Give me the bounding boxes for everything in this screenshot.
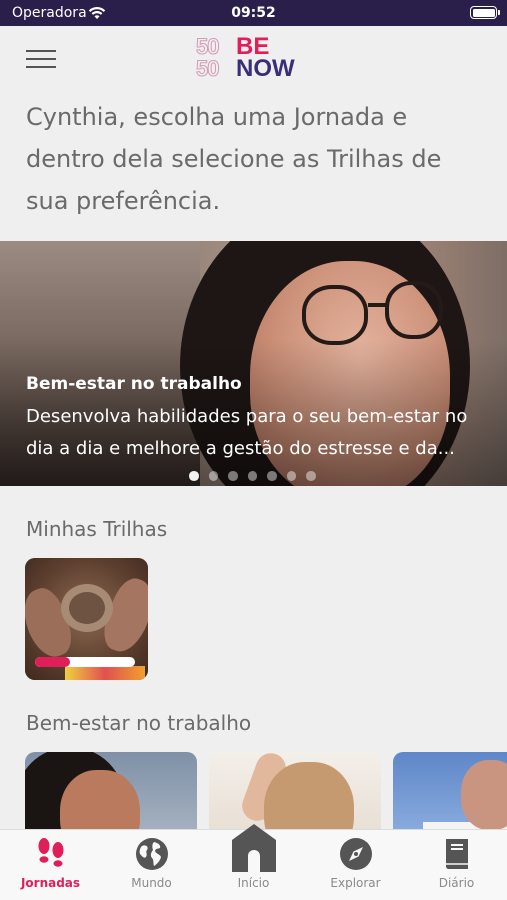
carousel-dot[interactable] (247, 471, 257, 481)
tab-label: Jornadas (20, 876, 81, 890)
menu-bar (26, 66, 56, 68)
carousel-description: Desenvolva habilidades para o seu bem-es… (26, 406, 468, 459)
tab-label: Mundo (131, 876, 172, 890)
tab-diario[interactable]: Diário (406, 830, 507, 900)
carousel-dot[interactable] (189, 471, 199, 481)
tab-explorar[interactable]: Explorar (305, 830, 406, 900)
trail-progress-bar (35, 657, 135, 667)
trail-progress-fill (35, 657, 70, 667)
status-bar: Operadora 09:52 (0, 0, 507, 26)
book-icon (445, 839, 468, 869)
tab-label: Início (237, 876, 270, 890)
tab-label: Explorar (330, 876, 381, 890)
my-trails-title: Minhas Trilhas (26, 517, 168, 541)
tab-inicio[interactable]: Início (202, 824, 305, 900)
carousel-dot[interactable] (208, 471, 218, 481)
logo-number-top: 50 (195, 34, 220, 59)
tab-jornadas[interactable]: Jornadas (0, 830, 101, 900)
carousel-dot[interactable] (306, 471, 316, 481)
trail-card[interactable] (25, 558, 148, 680)
trail-card-image-pottery (61, 584, 113, 632)
tab-bar: Jornadas Mundo Início Explorar Diário (0, 824, 507, 900)
tab-label: Diário (438, 876, 475, 890)
journey-section-title: Bem-estar no trabalho (26, 711, 252, 735)
thumbnail-image-head (461, 760, 507, 830)
logo-number-bottom: 50 (195, 56, 220, 81)
tab-mundo[interactable]: Mundo (101, 830, 202, 900)
carousel-dot[interactable] (267, 471, 277, 481)
carousel-title: Bem-estar no trabalho (26, 374, 242, 394)
compass-icon (339, 838, 372, 870)
clock: 09:52 (231, 5, 276, 21)
menu-bar (26, 50, 56, 52)
logo-word-bottom: NOW (236, 55, 295, 82)
carousel-dot[interactable] (228, 471, 238, 481)
intro-text: Cynthia, escolha uma Jornada e dentro de… (26, 103, 442, 215)
home-icon (231, 824, 276, 872)
journey-carousel[interactable]: Bem-estar no trabalho Desenvolva habilid… (0, 241, 507, 486)
carousel-dot[interactable] (286, 471, 296, 481)
menu-button[interactable] (26, 50, 56, 68)
globe-icon (135, 838, 168, 870)
app-logo: 50 50 BE NOW (195, 34, 312, 82)
footprints-icon (38, 838, 63, 867)
menu-bar (26, 58, 56, 60)
carousel-pagination (189, 471, 316, 481)
trail-card-image-paint (65, 666, 145, 680)
battery-icon (470, 6, 500, 19)
